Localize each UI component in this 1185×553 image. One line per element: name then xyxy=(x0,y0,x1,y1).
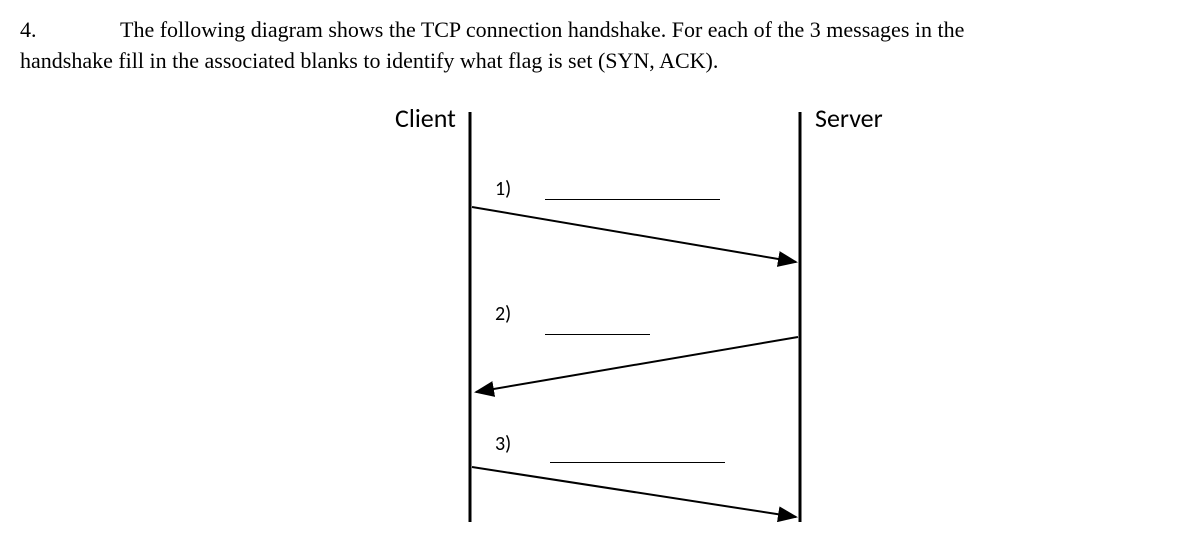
tcp-handshake-diagram: Client Server 1) 2) 3) xyxy=(350,102,950,522)
message-3-arrow xyxy=(472,467,796,517)
message-2-label: 2) xyxy=(495,302,511,326)
message-1-arrow xyxy=(472,207,796,262)
message-3-label: 3) xyxy=(495,432,511,456)
question-number: 4. xyxy=(20,15,120,46)
question-text: 4.The following diagram shows the TCP co… xyxy=(20,15,1165,77)
message-2-blank[interactable] xyxy=(545,334,650,335)
message-2-arrow xyxy=(476,337,798,392)
message-1-label: 1) xyxy=(495,177,511,201)
question-line2: handshake fill in the associated blanks … xyxy=(20,48,718,73)
sequence-diagram-svg xyxy=(350,102,950,522)
question-line1: The following diagram shows the TCP conn… xyxy=(120,17,964,42)
message-1-blank[interactable] xyxy=(545,199,720,200)
message-3-blank[interactable] xyxy=(550,462,725,463)
